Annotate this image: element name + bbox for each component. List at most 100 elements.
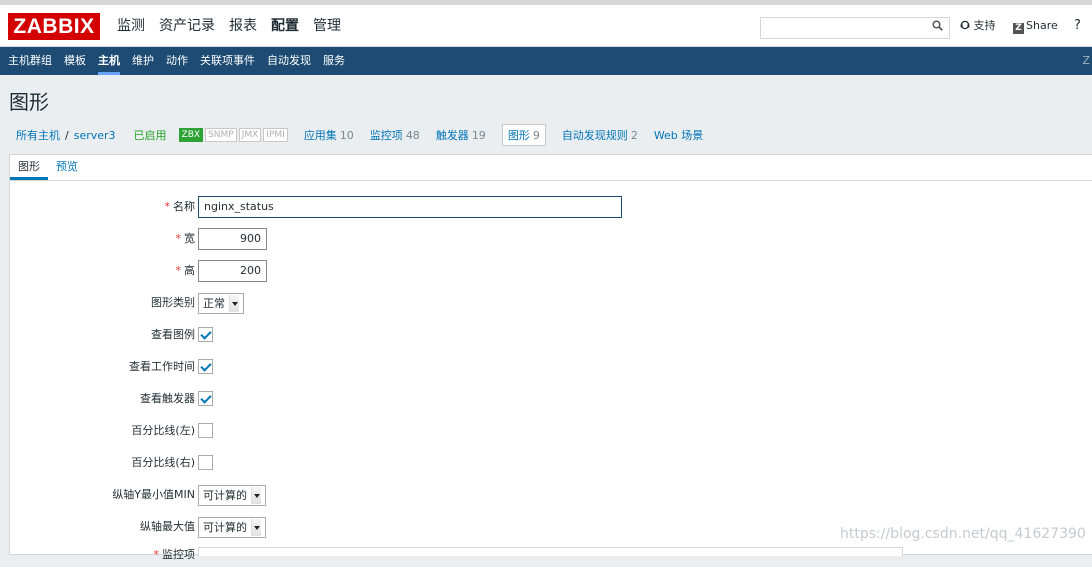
zabbix-logo[interactable]: ZABBIX [8,13,100,40]
breadcrumb-separator: / [65,128,69,142]
form-row-ymax: 纵轴最大值 可计算的 [10,515,910,539]
host-nav-discovery-rules-label: 自动发现规则 [561,129,628,142]
search-icon[interactable] [932,20,943,35]
share-link[interactable]: Z Share [1013,5,1058,47]
form-row-graph-type: 图形类别 正常 [10,291,910,315]
percentile-right-label: 百分比线(右) [131,456,195,469]
required-mark: * [175,264,182,277]
snmp-availability-badge: SNMP [205,128,237,142]
host-nav-items-count: 48 [405,129,420,142]
subnav-right-text: Z [1082,54,1090,67]
subnav-discovery[interactable]: 自动发现 [261,47,317,75]
host-nav-triggers[interactable]: 触发器 19 [436,127,486,143]
ymax-label: 纵轴最大值 [140,520,195,533]
chevron-down-icon [251,487,261,504]
percentile-left-checkbox[interactable] [198,423,213,438]
form-row-width: * 宽 900 [10,227,910,251]
width-label-text: 宽 [184,232,195,245]
form-row-height: * 高 200 [10,259,910,283]
show-triggers-label: 查看触发器 [140,392,195,405]
height-field[interactable]: 200 [198,260,267,282]
host-nav-web-scenarios[interactable]: Web 场景 [654,127,703,143]
host-nav-discovery-rules-count: 2 [630,129,638,142]
show-worktime-checkbox[interactable] [198,359,213,374]
host-nav-applications[interactable]: 应用集 10 [304,127,354,143]
share-label: Share [1026,19,1058,32]
required-mark: * [164,200,171,213]
host-nav-items-label: 监控项 [369,129,403,142]
share-icon: Z [1013,23,1024,34]
show-legend-label: 查看图例 [151,328,195,341]
ymin-select[interactable]: 可计算的 [198,485,266,506]
name-label: * 名称 [0,195,196,219]
chevron-down-icon [229,295,239,312]
support-link[interactable]: 支持 [960,5,996,47]
host-nav-triggers-label: 触发器 [435,129,469,142]
breadcrumb-host[interactable]: server3 [74,129,116,142]
form-row-percentile-left: 百分比线(左) [10,419,910,443]
support-icon [960,19,974,32]
subnav-templates[interactable]: 模板 [58,47,92,75]
host-nav-graphs-label: 图形 [507,129,530,142]
width-field[interactable]: 900 [198,228,267,250]
graph-type-select[interactable]: 正常 [198,293,244,314]
items-label: * 监控项 [0,543,196,567]
form-row-name: * 名称 nginx_status [10,195,910,219]
sub-navigation: 主机群组 模板 主机 维护 动作 关联项事件 自动发现 服务 Z [0,47,1092,75]
percentile-left-label: 百分比线(左) [131,424,195,437]
tab-preview[interactable]: 预览 [48,155,86,180]
subnav-services[interactable]: 服务 [317,47,351,75]
help-button[interactable]: ? [1074,5,1081,47]
form-tabs: 图形 预览 [10,155,1092,181]
search-input[interactable] [760,17,950,39]
top-bar: ZABBIX 监测 资产记录 报表 配置 管理 支持 Z Share ? [0,5,1092,47]
subnav-hosts[interactable]: 主机 [92,47,126,75]
subnav-actions[interactable]: 动作 [160,47,194,75]
subnav-event-correlation[interactable]: 关联项事件 [194,47,261,75]
show-worktime-label: 查看工作时间 [129,360,195,373]
tab-graph[interactable]: 图形 [10,155,48,180]
name-label-text: 名称 [173,200,195,213]
percentile-right-checkbox[interactable] [198,455,213,470]
width-label: * 宽 [0,227,196,251]
main-menu: 监测 资产记录 报表 配置 管理 [110,5,348,47]
form-row-percentile-right: 百分比线(右) [10,451,910,475]
menu-inventory[interactable]: 资产记录 [152,5,222,47]
menu-configuration[interactable]: 配置 [264,5,306,47]
host-nav-graphs-count: 9 [532,129,540,142]
graph-type-label: 图形类别 [151,296,195,309]
host-nav-web-scenarios-label: Web 场景 [653,129,704,142]
chevron-down-icon [251,519,261,536]
height-label: * 高 [0,259,196,283]
host-nav-items[interactable]: 监控项 48 [370,127,420,143]
host-nav-graphs[interactable]: 图形 9 [501,124,546,146]
ymin-label: 纵轴Y最小值MIN [112,488,195,501]
host-nav-triggers-count: 19 [471,129,486,142]
menu-administration[interactable]: 管理 [306,5,348,47]
ymin-value: 可计算的 [203,489,247,502]
required-mark: * [175,232,182,245]
host-nav-applications-count: 10 [339,129,354,142]
ymax-select[interactable]: 可计算的 [198,517,266,538]
host-status-enabled[interactable]: 已启用 [134,127,167,143]
name-field[interactable]: nginx_status [198,196,622,218]
zbx-availability-badge: ZBX [178,128,204,142]
breadcrumb: 所有主机 / server3 已启用 ZBX SNMP JMX IPMI 应用集… [16,124,703,146]
host-nav-applications-label: 应用集 [303,129,337,142]
menu-reports[interactable]: 报表 [222,5,264,47]
watermark: https://blog.csdn.net/qq_41627390 [840,526,1086,542]
show-triggers-checkbox[interactable] [198,391,213,406]
subnav-maintenance[interactable]: 维护 [126,47,160,75]
ymax-value: 可计算的 [203,521,247,534]
breadcrumb-all-hosts[interactable]: 所有主机 [16,127,60,143]
ipmi-availability-badge: IPMI [263,128,288,142]
host-nav-discovery-rules[interactable]: 自动发现规则 2 [562,127,638,143]
show-legend-checkbox[interactable] [198,327,213,342]
jmx-availability-badge: JMX [238,128,262,142]
page-title: 图形 [9,90,49,114]
support-label: 支持 [973,19,996,32]
graph-type-value: 正常 [203,297,225,310]
menu-monitoring[interactable]: 监测 [110,5,152,47]
subnav-host-groups[interactable]: 主机群组 [2,47,58,75]
form-row-show-worktime: 查看工作时间 [10,355,910,379]
